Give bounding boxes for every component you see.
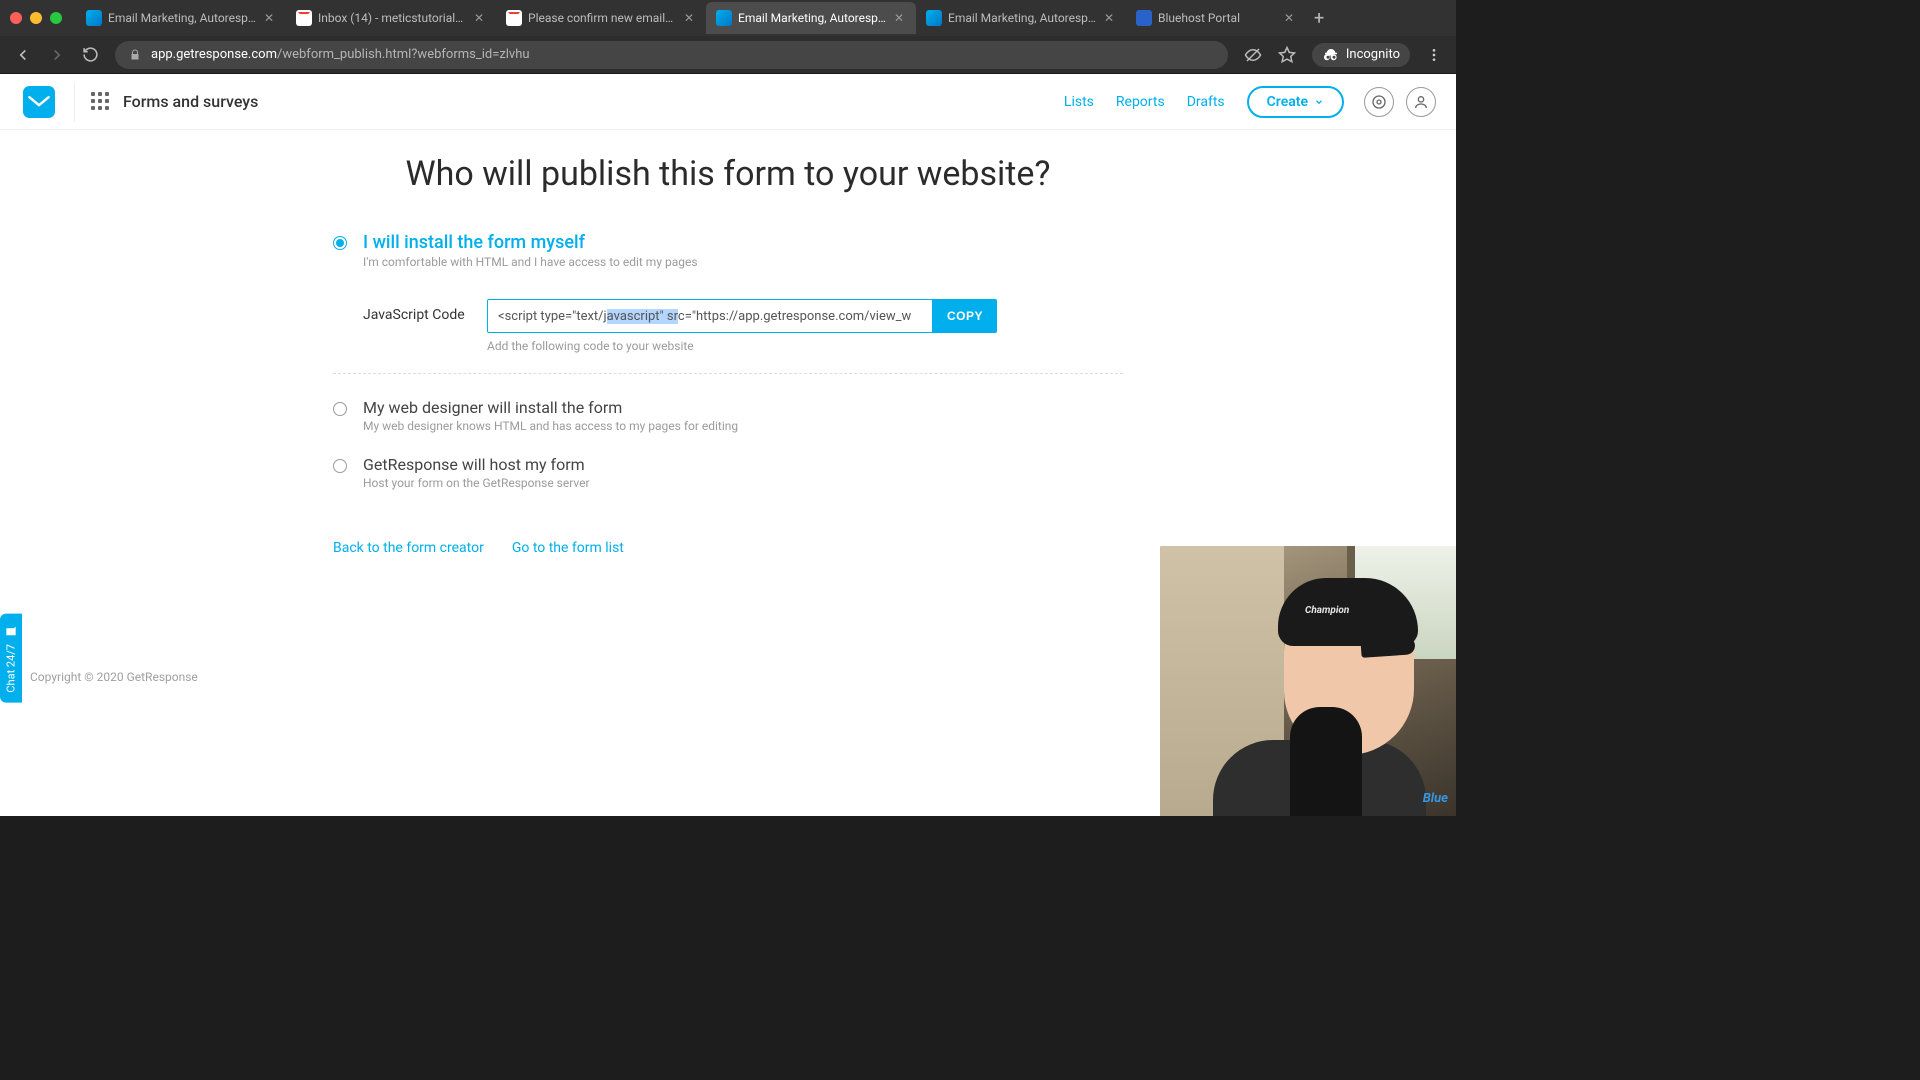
javascript-code-input[interactable]	[487, 299, 933, 333]
option-subtitle: Host your form on the GetResponse server	[363, 476, 590, 490]
option-self-install[interactable]: I will install the form myself I'm comfo…	[333, 226, 1123, 275]
top-nav: Lists Reports Drafts Create	[1064, 86, 1344, 118]
page-heading: Who will publish this form to your websi…	[333, 154, 1123, 194]
corner-logo: Blue	[1423, 791, 1448, 806]
create-button[interactable]: Create	[1247, 86, 1344, 118]
code-section: JavaScript Code COPY Add the following c…	[363, 299, 1123, 353]
close-icon[interactable]: ✕	[1282, 11, 1296, 25]
option-subtitle: My web designer knows HTML and has acces…	[363, 419, 738, 433]
gmail-favicon	[296, 10, 312, 26]
create-label: Create	[1267, 94, 1308, 110]
browser-tab[interactable]: Email Marketing, Autorespond ✕	[916, 2, 1126, 34]
tab-bar: Email Marketing, Autorespond ✕ Inbox (14…	[0, 0, 1456, 36]
incognito-icon	[1322, 46, 1340, 64]
webcam-overlay: Champion Blue	[1160, 546, 1456, 816]
account-icon[interactable]	[1406, 87, 1436, 117]
new-tab-button[interactable]: +	[1314, 8, 1324, 29]
incognito-label: Incognito	[1346, 47, 1400, 62]
nav-lists[interactable]: Lists	[1064, 94, 1094, 110]
getresponse-favicon	[86, 10, 102, 26]
window-controls	[10, 12, 62, 24]
getresponse-logo[interactable]	[20, 83, 58, 121]
url-bar: app.getresponse.com/webform_publish.html…	[0, 36, 1456, 74]
radio-designer-install[interactable]	[333, 402, 347, 416]
star-icon[interactable]	[1278, 46, 1296, 64]
tab-title: Email Marketing, Autorespond	[948, 11, 1096, 25]
section-title: Forms and surveys	[123, 92, 258, 111]
code-label: JavaScript Code	[363, 307, 483, 323]
bluehost-favicon	[1136, 10, 1152, 26]
close-icon[interactable]: ✕	[1102, 11, 1116, 25]
option-designer-install[interactable]: My web designer will install the form My…	[333, 392, 1123, 439]
window-minimize[interactable]	[30, 12, 42, 24]
bottom-actions: Back to the form creator Go to the form …	[333, 540, 1123, 556]
code-helper-text: Add the following code to your website	[487, 339, 1123, 353]
tab-title: Email Marketing, Autorespond	[108, 11, 256, 25]
browser-tab[interactable]: Bluehost Portal ✕	[1126, 2, 1306, 34]
main-content: Who will publish this form to your websi…	[333, 130, 1123, 556]
getresponse-favicon	[716, 10, 732, 26]
app-topbar: Forms and surveys Lists Reports Drafts C…	[0, 74, 1456, 130]
option-subtitle: I'm comfortable with HTML and I have acc…	[363, 255, 698, 269]
go-to-form-list-link[interactable]: Go to the form list	[512, 540, 624, 556]
radio-self-install[interactable]	[333, 236, 347, 250]
browser-tab[interactable]: Email Marketing, Autorespond ✕	[76, 2, 286, 34]
option-title: GetResponse will host my form	[363, 455, 590, 474]
browser-chrome: Email Marketing, Autorespond ✕ Inbox (14…	[0, 0, 1456, 74]
kebab-menu[interactable]	[1426, 47, 1442, 63]
getresponse-favicon	[926, 10, 942, 26]
tab-title: Inbox (14) - meticstutorials@g	[318, 11, 466, 25]
chat-icon	[4, 624, 18, 638]
tab-title: Please confirm new email addr	[528, 11, 676, 25]
lock-icon	[129, 49, 141, 61]
close-icon[interactable]: ✕	[262, 11, 276, 25]
tab-title: Bluehost Portal	[1158, 11, 1276, 25]
nav-reports[interactable]: Reports	[1116, 94, 1165, 110]
url-field[interactable]: app.getresponse.com/webform_publish.html…	[115, 41, 1228, 69]
option-title: My web designer will install the form	[363, 398, 738, 417]
browser-tab-active[interactable]: Email Marketing, Autorespond ✕	[706, 2, 916, 34]
option-getresponse-host[interactable]: GetResponse will host my form Host your …	[333, 449, 1123, 496]
option-title: I will install the form myself	[363, 232, 698, 253]
nav-drafts[interactable]: Drafts	[1187, 94, 1225, 110]
browser-tab[interactable]: Inbox (14) - meticstutorials@g ✕	[286, 2, 496, 34]
incognito-eye-icon[interactable]	[1244, 46, 1262, 64]
dashed-divider	[333, 373, 1123, 374]
copy-button[interactable]: COPY	[933, 299, 997, 333]
help-icon[interactable]	[1364, 87, 1394, 117]
window-close[interactable]	[10, 12, 22, 24]
url-text: app.getresponse.com/webform_publish.html…	[151, 47, 530, 62]
back-button[interactable]	[14, 46, 32, 64]
window-maximize[interactable]	[50, 12, 62, 24]
cap-logo: Champion	[1305, 605, 1349, 616]
divider	[74, 82, 75, 122]
secondary-options: My web designer will install the form My…	[333, 392, 1123, 496]
back-to-creator-link[interactable]: Back to the form creator	[333, 540, 484, 556]
chat-label: Chat 24/7	[5, 644, 18, 693]
incognito-badge[interactable]: Incognito	[1312, 43, 1410, 67]
close-icon[interactable]: ✕	[682, 11, 696, 25]
page-content: Forms and surveys Lists Reports Drafts C…	[0, 74, 1456, 816]
footer-copyright: Copyright © 2020 GetResponse	[30, 670, 198, 684]
chevron-down-icon	[1314, 97, 1324, 107]
close-icon[interactable]: ✕	[892, 11, 906, 25]
radio-getresponse-host[interactable]	[333, 459, 347, 473]
tab-title: Email Marketing, Autorespond	[738, 11, 886, 25]
gmail-favicon	[506, 10, 522, 26]
apps-grid-icon[interactable]	[91, 92, 111, 112]
reload-button[interactable]	[82, 46, 99, 63]
chat-tab[interactable]: Chat 24/7	[0, 614, 22, 703]
browser-tab[interactable]: Please confirm new email addr ✕	[496, 2, 706, 34]
topbar-right	[1364, 87, 1436, 117]
close-icon[interactable]: ✕	[472, 11, 486, 25]
forward-button[interactable]	[48, 46, 66, 64]
